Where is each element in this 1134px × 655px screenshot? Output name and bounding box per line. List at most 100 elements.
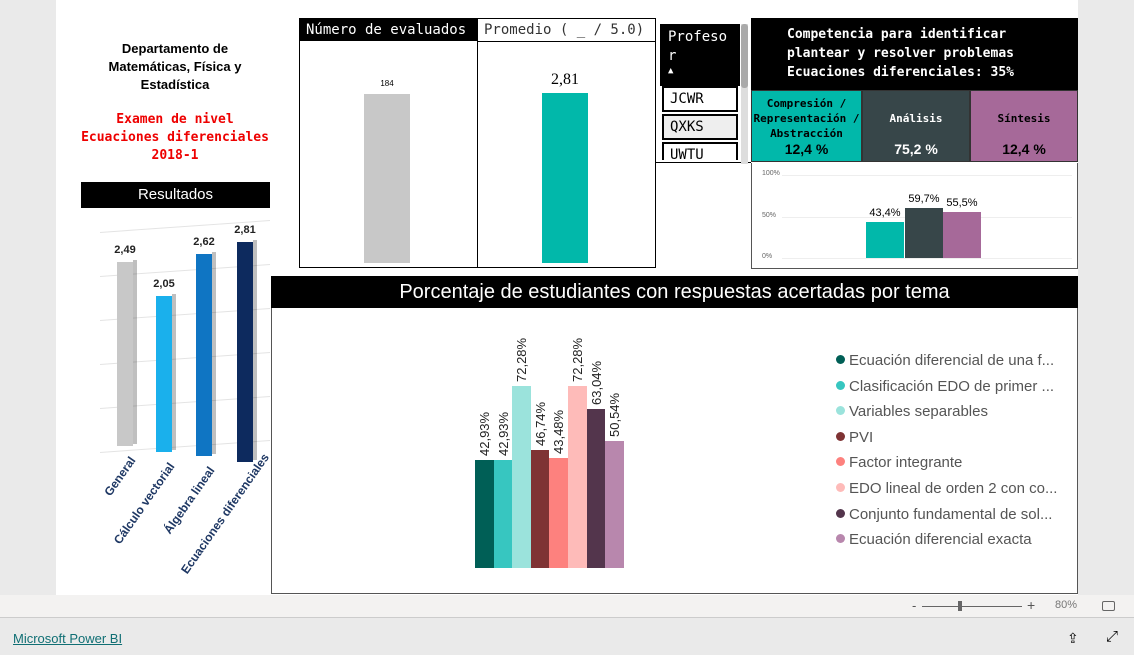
competence-bar-label: 55,5% (946, 196, 978, 209)
legend-label: Ecuación diferencial exacta (849, 531, 1032, 549)
topic-bar (493, 459, 513, 568)
topic-bar-label: 50,54% (607, 392, 623, 437)
exam-line: Ecuaciones diferenciales (81, 130, 269, 145)
zoom-bar: - + 80% (0, 595, 1134, 618)
legend-dot (836, 406, 845, 416)
competence-bar (905, 208, 943, 258)
competence-bar (866, 221, 904, 258)
competence-bar-label: 43,4% (869, 206, 901, 219)
evaluated-title: Número de evaluados (300, 19, 477, 41)
competence-line: Competencia para identificar (787, 27, 1007, 42)
legend-dot (836, 457, 845, 467)
results-bar (237, 240, 257, 462)
topic-bar-label: 63,04% (588, 361, 604, 406)
competence-cell-comprension: Compresión / Representación / Abstracció… (751, 90, 862, 162)
legend-dot (836, 534, 845, 544)
legend-item: PVI (836, 429, 1071, 446)
average-value: 2,81 (551, 71, 579, 88)
legend-item: Clasificación EDO de primer ... (836, 378, 1071, 395)
dept-line: Matemáticas, Física y (108, 59, 242, 74)
average-title: Promedio ( _ / 5.0) (478, 19, 655, 42)
topic-bar-label: 72,28% (570, 337, 585, 382)
sort-up-icon[interactable]: ▲ (668, 66, 740, 76)
topic-bar-label: 43,48% (551, 410, 567, 455)
evaluated-bar (364, 94, 410, 263)
legend-dot (836, 483, 845, 492)
legend-label: PVI (849, 428, 874, 446)
legend-dot (836, 508, 845, 518)
topic-bar-label: 42,93% (495, 411, 511, 456)
y-tick: 0% (762, 253, 773, 260)
legend-item: EDO lineal de orden 2 con co... (836, 480, 1071, 497)
topic-chart-title: Porcentaje de estudiantes con respuestas… (271, 276, 1078, 308)
average-bar (542, 93, 588, 263)
fit-to-page-icon[interactable] (1102, 601, 1115, 611)
competence-line: plantear y resolver problemas (787, 46, 1014, 61)
exam-title: Examen de nivel Ecuaciones diferenciales… (60, 111, 290, 165)
zoom-slider[interactable] (922, 606, 1022, 607)
legend-item: Variables separables (836, 403, 1071, 420)
gridline (782, 258, 1072, 259)
slicer-scrollbar[interactable] (741, 24, 748, 164)
exam-line: 2018-1 (151, 148, 199, 163)
evaluated-value: 184 (380, 79, 394, 88)
legend-label: Conjunto fundamental de sol... (849, 505, 1053, 523)
zoom-slider-handle[interactable] (958, 601, 962, 611)
department-title: Departamento de Matemáticas, Física y Es… (60, 40, 290, 94)
evaluated-card: Número de evaluados 184 (299, 18, 478, 268)
topic-bar (568, 385, 587, 568)
share-icon[interactable]: ⇪ (1067, 630, 1079, 647)
legend-item: Ecuación diferencial de una f... (836, 352, 1071, 369)
legend-label: Factor integrante (849, 454, 963, 472)
slicer-title: r (668, 48, 677, 64)
topic-bar (512, 385, 531, 568)
legend-dot (836, 355, 845, 364)
fullscreen-icon[interactable]: ⤢ (1106, 628, 1118, 645)
slicer-item-jcwr[interactable]: JCWR (662, 86, 738, 112)
legend-label: Clasificación EDO de primer ... (849, 377, 1055, 395)
legend-item: Factor integrante (836, 454, 1071, 471)
average-card: Promedio ( _ / 5.0) 2,81 (477, 18, 656, 268)
slicer-header[interactable]: Profeso r ▲ (660, 24, 740, 86)
legend-label: Variables separables (849, 403, 988, 421)
topic-bar (586, 409, 606, 568)
slicer-title: Profeso (668, 29, 728, 45)
competence-cell-sintesis: Síntesis 12,4 % (970, 90, 1078, 162)
slicer-item-uwtu[interactable]: UWTU (662, 142, 738, 160)
power-bi-link[interactable]: Microsoft Power BI (13, 631, 122, 646)
cell-pct: 12,4 % (784, 141, 829, 157)
topic-bar-label: 46,74% (532, 402, 548, 447)
slicer-item-qxks[interactable]: QXKS (662, 114, 738, 140)
competence-header: Competencia para identificar plantear y … (751, 18, 1078, 90)
competence-line: Ecuaciones diferenciales: 35% (787, 65, 1014, 80)
zoom-out-button[interactable]: - (912, 598, 916, 613)
y-tick: 50% (762, 211, 777, 219)
gridline (782, 175, 1072, 176)
zoom-in-button[interactable]: + (1027, 597, 1035, 613)
results-title: Resultados (81, 182, 270, 208)
results-label: 2,49 (114, 243, 136, 256)
results-bar (156, 294, 176, 452)
results-label: 2,62 (193, 236, 215, 249)
topic-bar-label: 42,93% (477, 411, 492, 456)
legend-item: Conjunto fundamental de sol... (836, 506, 1071, 523)
results-label: 2,05 (153, 278, 175, 291)
topic-bar-label: 72,28% (514, 337, 530, 382)
cell-label: Análisis (889, 112, 943, 125)
results-bar (196, 252, 216, 456)
cell-pct: 12,4 % (1002, 141, 1046, 157)
results-label: 2,81 (234, 224, 256, 237)
legend-dot (836, 380, 845, 390)
legend-label: EDO lineal de orden 2 con co... (849, 480, 1058, 497)
topic-bar (605, 440, 624, 568)
competence-bar (943, 211, 981, 258)
topic-bar (549, 458, 568, 568)
dept-line: Departamento de (121, 41, 229, 56)
zoom-level: 80% (1055, 599, 1078, 611)
cell-label: Compresión / Representación / Abstracció… (753, 97, 860, 140)
exam-line: Examen de nivel (116, 112, 234, 127)
legend-item: Ecuación diferencial exacta (836, 531, 1071, 548)
dept-line: Estadística (140, 77, 210, 92)
results-bar (117, 259, 137, 446)
cell-pct: 75,2 % (894, 141, 938, 157)
